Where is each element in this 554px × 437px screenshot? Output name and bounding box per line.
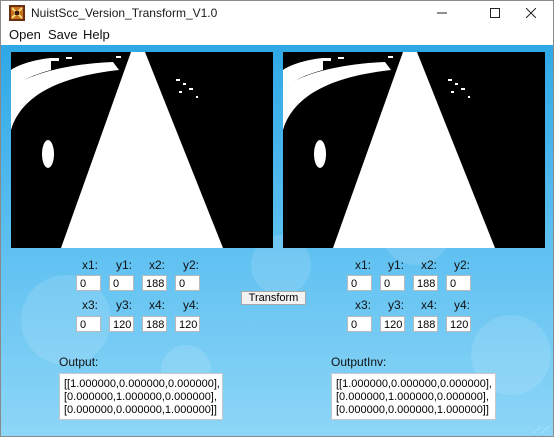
right-x2-field[interactable]: 188 [413, 275, 438, 291]
menu-bar: Open Save Help [1, 25, 553, 45]
transform-button[interactable]: Transform [241, 291, 306, 305]
transformed-image [283, 52, 545, 248]
left-y2-label: y2: [183, 258, 200, 272]
output-label: Output: [59, 355, 99, 369]
right-y2-field[interactable]: 0 [446, 275, 471, 291]
app-icon [9, 5, 25, 21]
maximize-icon [490, 8, 500, 18]
minimize-icon [437, 12, 447, 14]
right-y3-field[interactable]: 120 [380, 316, 405, 332]
left-x2-field[interactable]: 188 [142, 275, 167, 291]
resize-grip-icon[interactable]: ⋰⋰ [534, 426, 550, 434]
menu-open[interactable]: Open [9, 27, 41, 42]
source-road-image [11, 52, 273, 248]
left-x3-field[interactable]: 0 [76, 316, 101, 332]
output-matrix-box[interactable]: [[1.000000,0.000000,0.000000], [0.000000… [59, 373, 223, 420]
right-x3-field[interactable]: 0 [347, 316, 372, 332]
left-x4-field[interactable]: 188 [142, 316, 167, 332]
right-y3-label: y3: [388, 298, 405, 312]
right-x3-label: x3: [355, 298, 372, 312]
left-y3-label: y3: [116, 298, 133, 312]
minimize-button[interactable] [420, 1, 464, 25]
left-y4-label: y4: [183, 298, 200, 312]
app-window: NuistScc_Version_Transform_V1.0 Open Sav… [0, 0, 554, 437]
close-button[interactable] [509, 1, 553, 25]
right-y2-label: y2: [454, 258, 471, 272]
output-inv-label: OutputInv: [331, 355, 387, 369]
right-x1-label: x1: [355, 258, 372, 272]
left-y1-label: y1: [116, 258, 133, 272]
source-image [11, 52, 273, 248]
left-y4-field[interactable]: 120 [175, 316, 200, 332]
left-x3-label: x3: [82, 298, 99, 312]
right-y1-label: y1: [388, 258, 405, 272]
client-area: x1: y1: x2: y2: 0 0 188 0 x3: y3: x4: y4… [1, 45, 553, 436]
window-title: NuistScc_Version_Transform_V1.0 [31, 6, 218, 20]
left-x1-label: x1: [82, 258, 99, 272]
right-x4-field[interactable]: 188 [413, 316, 438, 332]
right-y1-field[interactable]: 0 [380, 275, 405, 291]
right-y4-label: y4: [454, 298, 471, 312]
right-x2-label: x2: [421, 258, 438, 272]
menu-save[interactable]: Save [48, 27, 78, 42]
menu-help[interactable]: Help [83, 27, 110, 42]
left-x1-field[interactable]: 0 [76, 275, 101, 291]
left-x4-label: x4: [149, 298, 166, 312]
right-x1-field[interactable]: 0 [347, 275, 372, 291]
left-x2-label: x2: [149, 258, 166, 272]
close-icon [526, 8, 536, 18]
left-y2-field[interactable]: 0 [175, 275, 200, 291]
output-inv-matrix-box[interactable]: [[1.000000,0.000000,0.000000], [0.000000… [331, 373, 496, 420]
title-bar[interactable]: NuistScc_Version_Transform_V1.0 [1, 1, 553, 25]
right-y4-field[interactable]: 120 [446, 316, 471, 332]
right-x4-label: x4: [421, 298, 438, 312]
left-y3-field[interactable]: 120 [109, 316, 134, 332]
transformed-road-image [283, 52, 545, 248]
left-y1-field[interactable]: 0 [109, 275, 134, 291]
